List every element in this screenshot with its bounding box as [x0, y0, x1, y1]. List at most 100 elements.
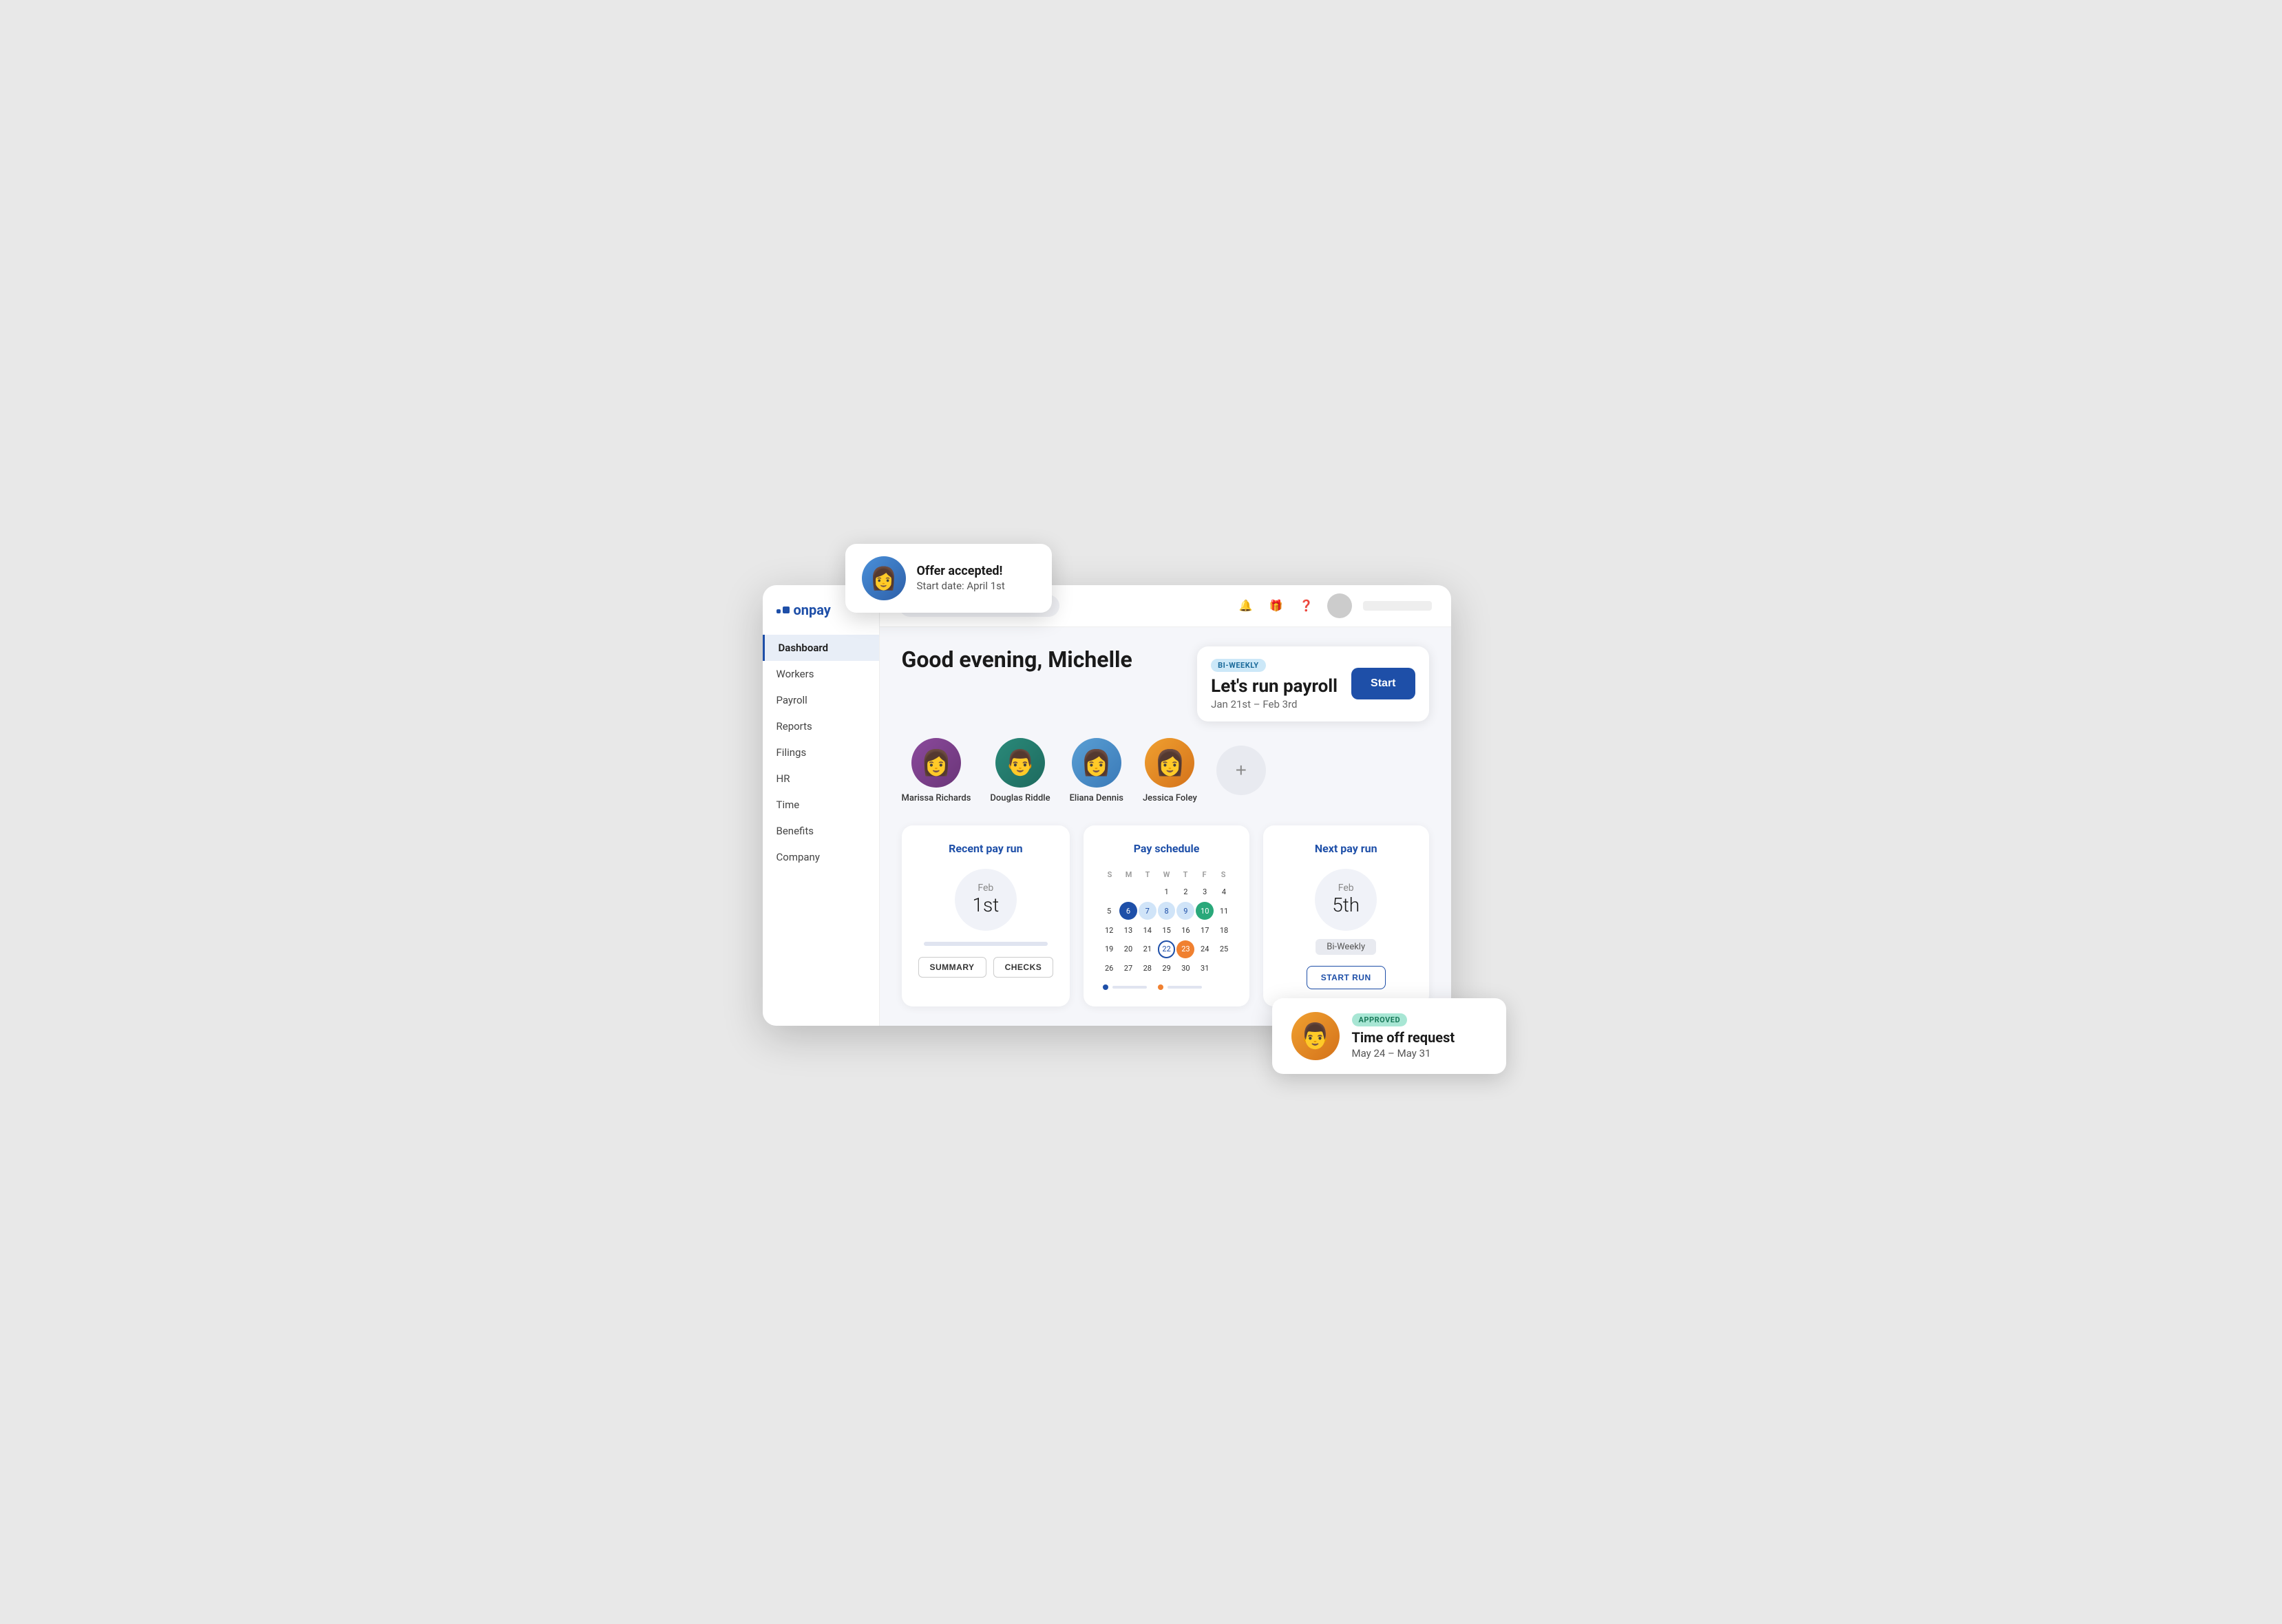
logo-dot-small: [776, 609, 781, 613]
cal-cell: [1100, 883, 1118, 901]
worker-jessica[interactable]: Jessica Foley: [1143, 738, 1197, 803]
worker-avatar-jessica: [1145, 738, 1194, 788]
cal-legend-blue: [1103, 984, 1147, 990]
sidebar-item-company[interactable]: Company: [763, 844, 879, 870]
recent-pay-run-title: Recent pay run: [918, 842, 1054, 855]
next-pay-date-circle: Feb 5th: [1315, 869, 1377, 931]
cal-day-m: M: [1119, 869, 1139, 880]
calendar-legend: [1100, 984, 1233, 990]
help-icon[interactable]: ❓: [1297, 596, 1316, 615]
main-content: 🔍 🔔 🎁 ❓ Good evening, Michelle: [880, 585, 1451, 1026]
sidebar: onpay Dashboard Workers Payroll Reports …: [763, 585, 880, 1026]
sidebar-item-dashboard[interactable]: Dashboard: [763, 635, 879, 661]
worker-name-marissa: Marissa Richards: [902, 793, 971, 803]
sidebar-item-benefits[interactable]: Benefits: [763, 818, 879, 844]
cal-cell-2[interactable]: 2: [1176, 883, 1194, 901]
worker-avatar-marissa: [911, 738, 961, 788]
checks-button[interactable]: CHECKS: [993, 957, 1054, 978]
cal-cell-4[interactable]: 4: [1215, 883, 1233, 901]
cal-cell-11[interactable]: 11: [1215, 902, 1233, 920]
next-pay-day: 5th: [1332, 894, 1360, 916]
pay-schedule-card: Pay schedule S M T W T F S: [1084, 825, 1249, 1006]
cal-day-s1: S: [1100, 869, 1119, 880]
cal-cell-28[interactable]: 28: [1139, 960, 1156, 978]
cal-cell-3[interactable]: 3: [1196, 883, 1214, 901]
cal-cell-22[interactable]: 22: [1158, 940, 1176, 958]
pay-run-buttons: SUMMARY CHECKS: [918, 957, 1054, 978]
cal-cell-5[interactable]: 5: [1100, 902, 1118, 920]
timeoff-title: Time off request: [1352, 1029, 1455, 1046]
cal-cell-17[interactable]: 17: [1196, 921, 1214, 939]
legend-dot-orange: [1158, 984, 1163, 990]
cal-day-t2: T: [1176, 869, 1195, 880]
sidebar-item-time[interactable]: Time: [763, 792, 879, 818]
legend-bar-blue: [1112, 986, 1147, 989]
worker-name-eliana: Eliana Dennis: [1070, 793, 1123, 803]
cal-cell-21[interactable]: 21: [1139, 940, 1156, 958]
cal-day-f: F: [1195, 869, 1214, 880]
pay-run-month: Feb: [978, 883, 993, 894]
cal-cell-10[interactable]: 10: [1196, 902, 1214, 920]
worker-avatar-douglas: [995, 738, 1045, 788]
start-run-button[interactable]: START RUN: [1307, 966, 1386, 989]
bell-icon[interactable]: 🔔: [1236, 596, 1256, 615]
pay-schedule-title: Pay schedule: [1100, 842, 1233, 855]
worker-marissa[interactable]: Marissa Richards: [902, 738, 971, 803]
legend-dot-blue: [1103, 984, 1108, 990]
summary-button[interactable]: SUMMARY: [918, 957, 986, 978]
cal-cell-31[interactable]: 31: [1196, 960, 1214, 978]
cal-cell-7[interactable]: 7: [1139, 902, 1156, 920]
cal-cell-6[interactable]: 6: [1119, 902, 1137, 920]
cal-cell-15[interactable]: 15: [1158, 921, 1176, 939]
cal-day-s2: S: [1214, 869, 1233, 880]
next-pay-month: Feb: [1338, 883, 1354, 894]
cal-cell-19[interactable]: 19: [1100, 940, 1118, 958]
worker-eliana[interactable]: Eliana Dennis: [1070, 738, 1123, 803]
cal-cell-23[interactable]: 23: [1176, 940, 1194, 958]
cal-cell: [1215, 960, 1233, 978]
cal-cell: [1139, 883, 1156, 901]
next-pay-run-title: Next pay run: [1280, 842, 1413, 855]
cal-cell-29[interactable]: 29: [1158, 960, 1176, 978]
worker-name-douglas: Douglas Riddle: [990, 793, 1050, 803]
gift-icon[interactable]: 🎁: [1267, 596, 1286, 615]
app-window: onpay Dashboard Workers Payroll Reports …: [763, 585, 1451, 1026]
cal-cell-1[interactable]: 1: [1158, 883, 1176, 901]
worker-douglas[interactable]: Douglas Riddle: [990, 738, 1050, 803]
sidebar-item-filings[interactable]: Filings: [763, 739, 879, 766]
cal-cell-12[interactable]: 12: [1100, 921, 1118, 939]
offer-title: Offer accepted!: [917, 564, 1005, 578]
start-payroll-button[interactable]: Start: [1351, 668, 1415, 699]
cal-day-w: W: [1157, 869, 1176, 880]
logo-icon: [776, 607, 790, 613]
sidebar-item-payroll[interactable]: Payroll: [763, 687, 879, 713]
sidebar-item-reports[interactable]: Reports: [763, 713, 879, 739]
cal-cell-8[interactable]: 8: [1158, 902, 1176, 920]
timeoff-avatar: [1291, 1012, 1340, 1060]
biweekly-badge: BI-WEEKLY: [1211, 659, 1265, 672]
payroll-title: Let's run payroll: [1211, 676, 1338, 697]
cards-grid: Recent pay run Feb 1st SUMMARY CHECKS: [902, 825, 1429, 1006]
cal-cell-30[interactable]: 30: [1176, 960, 1194, 978]
cal-cell-20[interactable]: 20: [1119, 940, 1137, 958]
logo-dot-large: [783, 607, 790, 613]
calendar-header: S M T W T F S: [1100, 869, 1233, 880]
payroll-run-widget: BI-WEEKLY Let's run payroll Jan 21st – F…: [1197, 646, 1428, 721]
cal-cell-18[interactable]: 18: [1215, 921, 1233, 939]
offer-accepted-card: Offer accepted! Start date: April 1st: [845, 544, 1052, 613]
cal-cell-25[interactable]: 25: [1215, 940, 1233, 958]
cal-cell-24[interactable]: 24: [1196, 940, 1214, 958]
cal-cell-14[interactable]: 14: [1139, 921, 1156, 939]
cal-day-t1: T: [1138, 869, 1157, 880]
timeoff-date-range: May 24 – May 31: [1352, 1047, 1455, 1059]
pay-run-day: 1st: [972, 894, 999, 916]
sidebar-item-workers[interactable]: Workers: [763, 661, 879, 687]
cal-cell-9[interactable]: 9: [1176, 902, 1194, 920]
cal-cell-13[interactable]: 13: [1119, 921, 1137, 939]
cal-cell-26[interactable]: 26: [1100, 960, 1118, 978]
add-worker-button[interactable]: +: [1216, 746, 1266, 795]
cal-cell-27[interactable]: 27: [1119, 960, 1137, 978]
topbar-icons: 🔔 🎁 ❓: [1236, 593, 1432, 618]
sidebar-item-hr[interactable]: HR: [763, 766, 879, 792]
cal-cell-16[interactable]: 16: [1176, 921, 1194, 939]
